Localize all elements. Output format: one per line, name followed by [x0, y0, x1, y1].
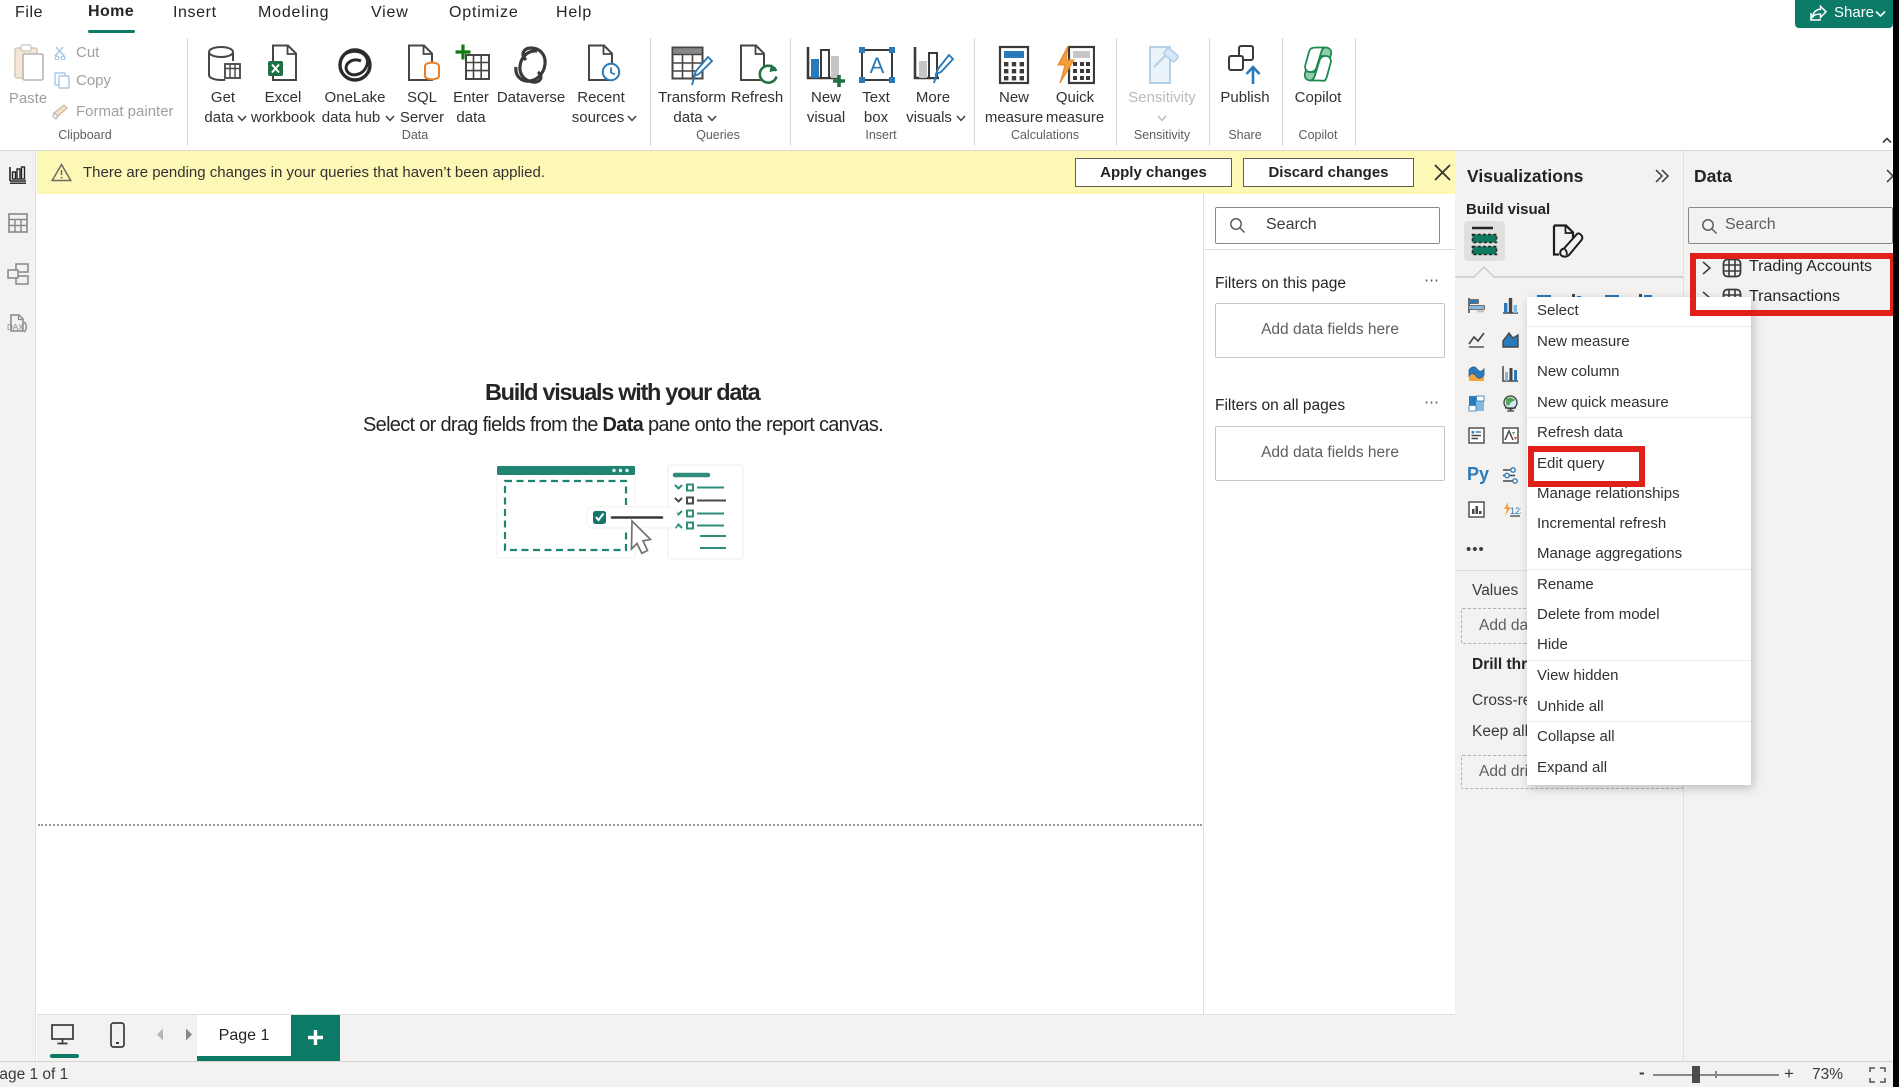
svg-text:DAX: DAX — [7, 323, 24, 332]
svg-text:A: A — [870, 53, 885, 78]
svg-text:123: 123 — [1510, 506, 1521, 516]
